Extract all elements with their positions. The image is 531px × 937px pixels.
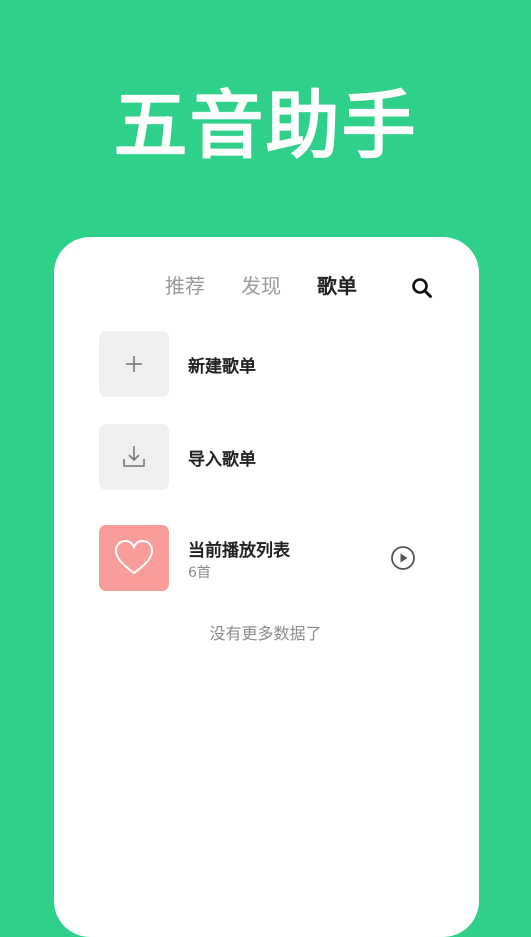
play-button[interactable] [390, 545, 416, 571]
import-playlist-label: 导入歌单 [188, 450, 256, 470]
new-playlist-thumb [99, 331, 169, 397]
tab-recommend[interactable]: 推荐 [165, 268, 205, 304]
play-circle-icon [391, 546, 415, 570]
no-more-data-text: 没有更多数据了 [209, 624, 322, 643]
plus-icon [126, 356, 142, 372]
search-button[interactable] [408, 274, 436, 302]
tab-discover[interactable]: 发现 [241, 268, 281, 304]
search-icon [412, 278, 432, 298]
download-icon [123, 446, 145, 467]
tab-bar: 推荐 发现 歌单 [0, 268, 531, 304]
current-playlist-count: 6首 [188, 565, 211, 581]
current-playlist-thumb [99, 525, 169, 591]
app-title: 五音助手 [113, 83, 418, 169]
tab-playlists[interactable]: 歌单 [317, 268, 357, 304]
new-playlist-label: 新建歌单 [188, 357, 256, 377]
current-playlist-item[interactable]: 当前播放列表 6首 [99, 525, 439, 591]
import-playlist-item[interactable]: 导入歌单 [99, 424, 439, 490]
heart-icon [114, 539, 154, 575]
current-playlist-label: 当前播放列表 [188, 541, 290, 561]
import-playlist-thumb [99, 424, 169, 490]
new-playlist-item[interactable]: 新建歌单 [99, 331, 439, 397]
